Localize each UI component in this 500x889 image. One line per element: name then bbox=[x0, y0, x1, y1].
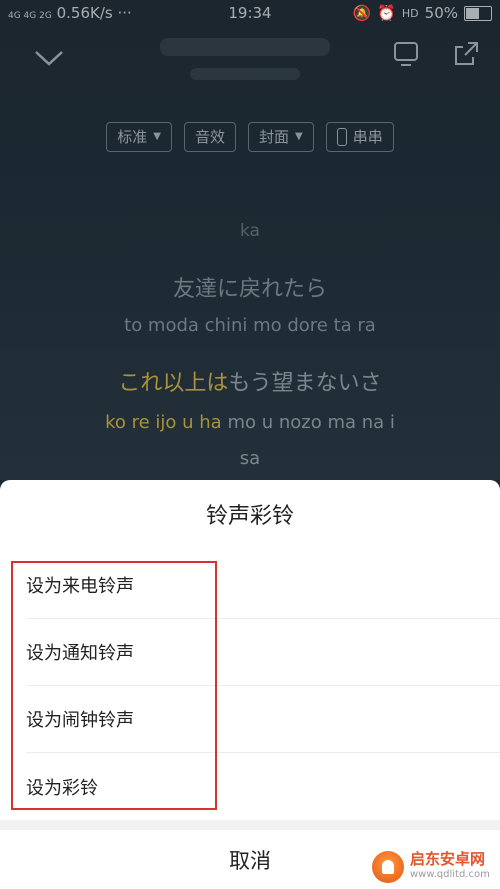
cover-label: 封面 bbox=[259, 128, 290, 146]
share-icon[interactable] bbox=[452, 40, 478, 66]
mute-icon: 🔕 bbox=[352, 4, 372, 22]
current-romaji-line: ko re ijo u ha mo u nozo ma na i sa bbox=[0, 405, 500, 477]
set-ringtone-option[interactable]: 设为来电铃声 bbox=[26, 552, 500, 619]
battery-icon bbox=[464, 5, 492, 21]
quality-dropdown[interactable]: 标准 ▼ bbox=[106, 122, 172, 152]
status-bar: 4G 4G 2G 0.56K/s ··· 19:34 🔕 ⏰ HD 50% bbox=[0, 0, 500, 28]
alarm-icon: ⏰ bbox=[377, 4, 396, 22]
hd-call-icon: HD bbox=[401, 6, 419, 20]
sound-effect-button[interactable]: 音效 bbox=[183, 122, 236, 152]
song-title-blurred bbox=[160, 38, 330, 56]
current-lyric-line: これ以上はもう望まないさ bbox=[0, 365, 500, 397]
tv-cast-icon[interactable] bbox=[392, 40, 418, 66]
watermark-url: www.qdlitd.com bbox=[410, 869, 490, 880]
romaji-wrap-part: sa bbox=[239, 448, 261, 469]
status-right: 🔕 ⏰ HD 50% bbox=[353, 4, 492, 22]
sheet-divider bbox=[0, 820, 500, 830]
lyric-sung-part: これ以上は bbox=[118, 371, 229, 396]
player-controls: 标准 ▼ 音效 封面 ▼ 串串 bbox=[0, 122, 500, 152]
lyric-romaji-line: to moda chini mo dore ta ra bbox=[124, 315, 376, 336]
cover-dropdown[interactable]: 封面 ▼ bbox=[248, 122, 314, 152]
set-notification-option[interactable]: 设为通知铃声 bbox=[26, 619, 500, 686]
dropdown-arrow-icon: ▼ bbox=[153, 131, 161, 142]
chuanchuan-toggle[interactable]: 串串 bbox=[325, 122, 394, 152]
dropdown-arrow-icon: ▼ bbox=[295, 131, 303, 142]
lyric-unsung-part: もう望まないさ bbox=[228, 371, 382, 396]
sound-effect-label: 音效 bbox=[194, 128, 225, 146]
site-watermark: 启东安卓网 www.qdlitd.com bbox=[372, 847, 494, 887]
artist-blurred bbox=[190, 68, 300, 80]
watermark-text: 启东安卓网 www.qdlitd.com bbox=[410, 851, 490, 883]
set-alarm-option[interactable]: 设为闹钟铃声 bbox=[26, 686, 500, 753]
romaji-sung-part: ko re ijo u ha bbox=[105, 412, 222, 433]
quality-label: 标准 bbox=[117, 128, 148, 146]
player-topbar bbox=[0, 28, 500, 88]
battery-percent: 50% bbox=[424, 4, 458, 22]
lyric-line: 友達に戻れたら bbox=[172, 277, 327, 302]
sheet-title: 铃声彩铃 bbox=[205, 504, 294, 529]
toggle-icon bbox=[336, 128, 347, 146]
chuanchuan-label: 串串 bbox=[352, 128, 383, 146]
lyric-fragment: ka bbox=[240, 221, 260, 241]
player-background: 4G 4G 2G 0.56K/s ··· 19:34 🔕 ⏰ HD 50% 标准… bbox=[0, 0, 500, 480]
romaji-unsung-part: mo u nozo ma na i bbox=[227, 412, 395, 433]
watermark-logo-icon bbox=[372, 851, 404, 883]
collapse-chevron-icon[interactable] bbox=[34, 42, 64, 75]
set-caller-tune-option[interactable]: 设为彩铃 bbox=[26, 753, 500, 820]
watermark-name: 启东安卓网 bbox=[410, 850, 486, 868]
